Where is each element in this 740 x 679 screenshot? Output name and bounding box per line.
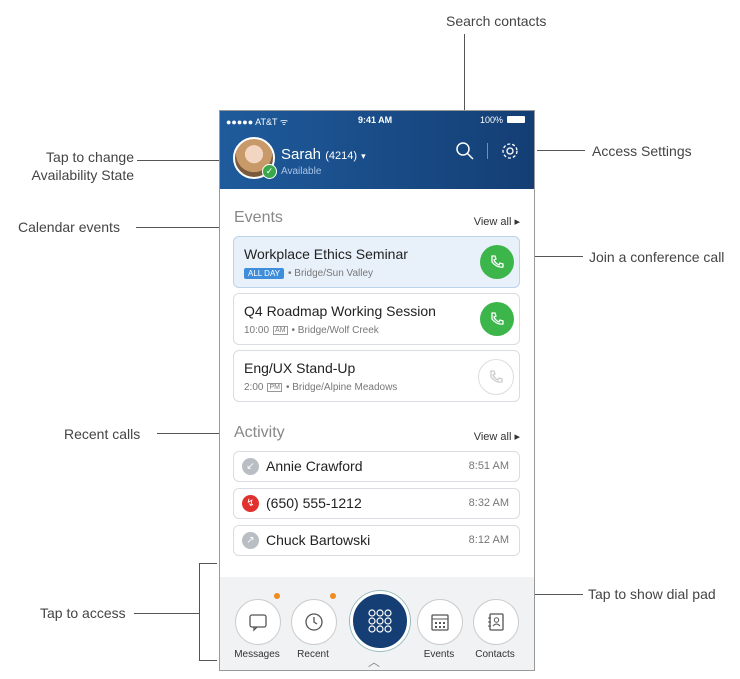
join-call-button-disabled[interactable] [478, 359, 514, 395]
recent-nav-button[interactable] [291, 599, 337, 645]
status-battery: 100% [480, 115, 504, 125]
annotation-search-contacts: Search contacts [446, 13, 547, 29]
clock-icon [305, 613, 323, 631]
annotation-join-conference: Join a conference call [589, 249, 725, 265]
phone-icon [491, 255, 504, 268]
missed-call-icon: ↯ [242, 495, 259, 512]
activity-name: (650) 555-1212 [266, 495, 362, 511]
user-extension: (4214) [325, 150, 357, 162]
phone-screen: ●●●●● AT&T ᯤ 9:41 AM 100% ✓ Sarah (4214)… [219, 110, 535, 671]
battery-icon [507, 116, 525, 123]
activity-time: 8:12 AM [468, 534, 509, 546]
activity-item[interactable]: ↙ Annie Crawford 8:51 AM [233, 451, 520, 482]
events-view-all-link[interactable]: View all ▸ [474, 215, 520, 228]
status-carrier: ●●●●● AT&T ᯤ [226, 117, 289, 127]
annotation-bracket-top [199, 563, 217, 564]
event-card[interactable]: Eng/UX Stand-Up 2:00 PM • Bridge/Alpine … [233, 350, 520, 402]
all-day-badge: ALL DAY [244, 268, 285, 279]
activity-name: Chuck Bartowski [266, 532, 371, 548]
join-call-button[interactable] [480, 245, 514, 279]
annotation-dial-pad: Tap to show dial pad [588, 586, 716, 602]
annotation-bracket [199, 563, 200, 661]
status-time: 9:41 AM [358, 115, 393, 125]
activity-view-all-link[interactable]: View all ▸ [474, 430, 520, 443]
event-card[interactable]: Q4 Roadmap Working Session 10:00 AM • Br… [233, 293, 520, 345]
activity-time: 8:32 AM [468, 497, 509, 509]
chevron-up-icon[interactable]: ︿ [368, 653, 380, 670]
user-name: Sarah [281, 146, 322, 163]
phone-icon [491, 312, 504, 325]
messages-nav-label: Messages [234, 649, 280, 660]
annotation-tap-to-access: Tap to access [40, 605, 126, 621]
message-icon [249, 614, 267, 632]
event-subtitle: 10:00 AM • Bridge/Wolf Creek [244, 325, 379, 336]
activity-item[interactable]: ↯ (650) 555-1212 8:32 AM [233, 488, 520, 519]
messages-nav-button[interactable] [235, 599, 281, 645]
annotation-access-settings: Access Settings [592, 143, 692, 159]
event-ampm: AM [273, 326, 288, 335]
event-time: 2:00 [244, 382, 264, 393]
annotation-line [134, 613, 199, 614]
activity-section-title: Activity [234, 424, 285, 441]
outgoing-call-icon: ↗ [242, 532, 259, 549]
event-ampm: PM [267, 383, 282, 392]
annotation-line [137, 160, 232, 161]
event-time: 10:00 [244, 325, 270, 336]
incoming-call-icon: ↙ [242, 458, 259, 475]
join-call-button[interactable] [480, 302, 514, 336]
event-title: Q4 Roadmap Working Session [244, 303, 436, 319]
chevron-down-icon: ▾ [361, 151, 366, 161]
event-title: Workplace Ethics Seminar [244, 246, 408, 262]
events-section-title: Events [234, 209, 283, 226]
gear-icon[interactable] [500, 141, 520, 161]
calendar-icon [431, 614, 449, 631]
annotation-availability-line2: Availability State [31, 167, 134, 183]
dial-pad-button[interactable] [350, 591, 410, 651]
events-nav-label: Events [423, 649, 455, 660]
messages-notification-dot [274, 593, 280, 599]
event-title: Eng/UX Stand-Up [244, 360, 356, 376]
annotation-availability-line1: Tap to change [46, 149, 134, 165]
event-location: • Bridge/Sun Valley [288, 268, 374, 279]
bottom-nav: Messages Recent ︿ Events Contacts [220, 577, 534, 670]
annotation-line [136, 227, 219, 228]
annotation-recent-calls: Recent calls [64, 426, 141, 442]
contacts-nav-button[interactable] [473, 599, 519, 645]
activity-time: 8:51 AM [468, 460, 509, 472]
event-card[interactable]: Workplace Ethics Seminar ALL DAY • Bridg… [233, 236, 520, 288]
activity-name: Annie Crawford [266, 458, 363, 474]
event-location: • Bridge/Alpine Meadows [285, 382, 398, 393]
recent-nav-label: Recent [297, 649, 329, 660]
annotation-line [157, 433, 219, 434]
event-subtitle: 2:00 PM • Bridge/Alpine Meadows [244, 382, 397, 393]
phone-icon [490, 370, 503, 383]
available-check-icon: ✓ [262, 164, 277, 179]
contacts-nav-label: Contacts [475, 649, 515, 660]
app-header: ●●●●● AT&T ᯤ 9:41 AM 100% ✓ Sarah (4214)… [220, 111, 534, 189]
dialpad-icon [368, 609, 392, 633]
activity-item[interactable]: ↗ Chuck Bartowski 8:12 AM [233, 525, 520, 556]
annotation-availability: Tap to change Availability State [24, 148, 134, 184]
user-name-selector[interactable]: Sarah (4214) ▾ [281, 146, 366, 163]
contacts-book-icon [488, 613, 504, 631]
search-icon[interactable] [455, 141, 475, 161]
event-subtitle: ALL DAY • Bridge/Sun Valley [244, 268, 373, 279]
events-nav-button[interactable] [417, 599, 463, 645]
event-location: • Bridge/Wolf Creek [291, 325, 379, 336]
availability-state[interactable]: Available [281, 166, 321, 177]
recent-notification-dot [330, 593, 336, 599]
annotation-calendar-events: Calendar events [18, 219, 120, 235]
annotation-line [537, 150, 585, 151]
header-divider [487, 143, 488, 159]
annotation-bracket-bottom [199, 660, 217, 661]
